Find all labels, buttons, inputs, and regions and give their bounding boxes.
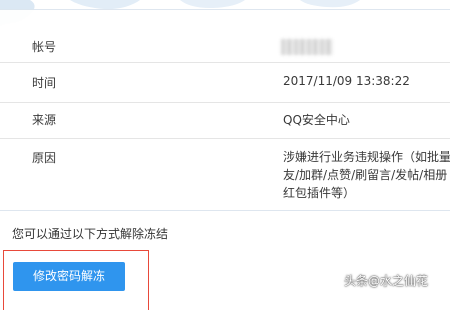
reason-value: 涉嫌进行业务违规操作（如批量 友/加群/点赞/刷留言/发帖/相册 红包插件等） [283, 148, 450, 202]
source-row: 来源 QQ安全中心 [0, 102, 450, 139]
time-value: 2017/11/09 13:38:22 [283, 74, 410, 88]
reason-line: 友/加群/点赞/刷留言/发帖/相册 [283, 168, 448, 182]
watermark: 头条@水之仙花 [344, 274, 429, 288]
account-value-blurred [281, 39, 333, 55]
reason-row: 原因 涉嫌进行业务违规操作（如批量 友/加群/点赞/刷留言/发帖/相册 红包插件… [0, 138, 450, 211]
source-value: QQ安全中心 [283, 113, 350, 127]
reason-line: 涉嫌进行业务违规操作（如批量 [283, 150, 450, 164]
freeze-details-panel: 帐号 时间 2017/11/09 13:38:22 来源 QQ安全中心 原因 涉… [0, 9, 450, 211]
time-row: 时间 2017/11/09 13:38:22 [0, 62, 450, 103]
reason-line: 红包插件等） [283, 186, 356, 200]
unfreeze-hint: 您可以通过以下方式解除冻结 [12, 227, 169, 241]
change-password-unfreeze-button[interactable]: 修改密码解冻 [13, 262, 125, 291]
source-label: 来源 [32, 113, 57, 127]
reason-label: 原因 [32, 151, 57, 165]
time-label: 时间 [32, 76, 57, 90]
account-label: 帐号 [32, 40, 57, 54]
account-row: 帐号 [0, 10, 450, 62]
